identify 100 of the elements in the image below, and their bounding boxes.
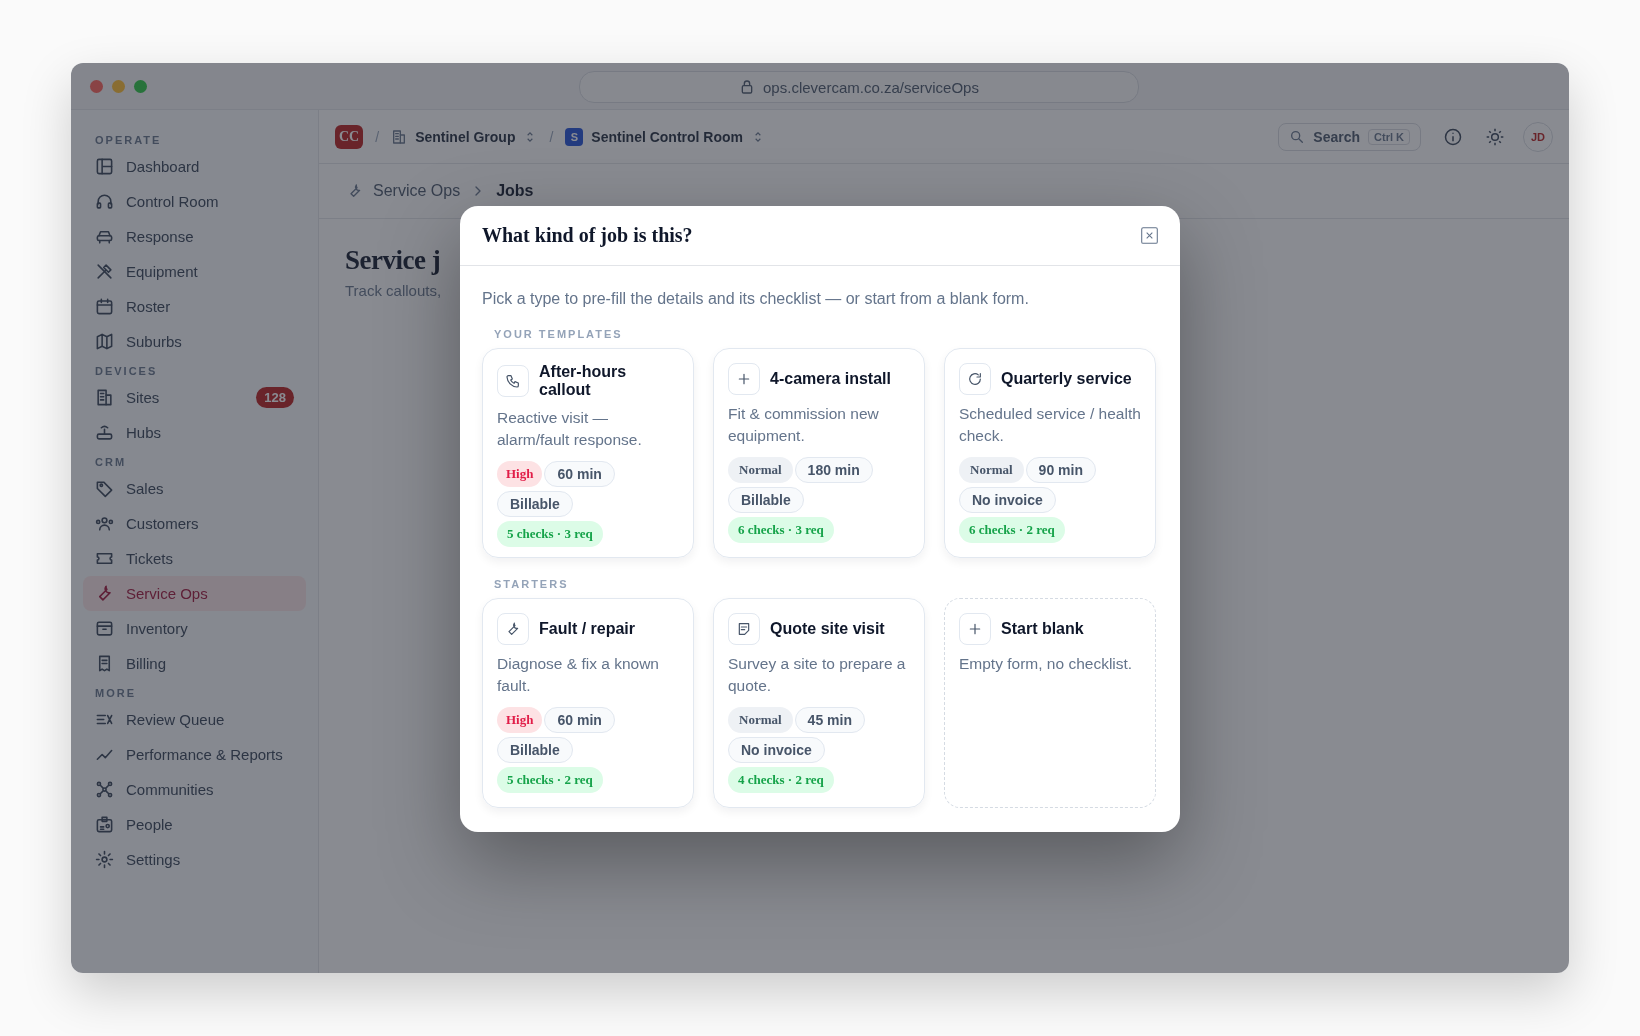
tag: 5 checks · 2 req [497, 767, 603, 793]
network-icon [95, 780, 114, 799]
card-title: Start blank [1001, 620, 1084, 638]
tag: Billable [497, 737, 573, 763]
page-subtitle: Track callouts, [345, 282, 442, 299]
section-label: OPERATE [94, 133, 163, 148]
router-icon [95, 423, 114, 442]
card-description: Scheduled service / health check. [959, 404, 1141, 446]
breadcrumb-link[interactable]: Service Ops [373, 182, 461, 200]
sun-icon[interactable] [1485, 126, 1505, 147]
dialog-title: What kind of job is this? [482, 224, 693, 247]
tag: 90 min [1025, 457, 1096, 483]
building-icon [95, 388, 114, 407]
sidebar-item[interactable]: Service Ops [83, 576, 306, 611]
card-title: Quarterly service [1001, 370, 1132, 388]
sidebar-item[interactable]: Sales [83, 471, 306, 506]
layout-icon [95, 157, 114, 176]
site-avatar: S [565, 127, 584, 146]
page-title: Service j [345, 245, 441, 276]
logo[interactable]: CC [335, 124, 364, 149]
card-description: Fit & commission new equipment. [728, 404, 880, 446]
info-icon[interactable] [1443, 126, 1463, 147]
section-label: MORE [94, 686, 137, 701]
tag: 5 checks · 3 req [497, 521, 603, 547]
calendar-icon [95, 297, 114, 316]
users-icon [95, 514, 114, 533]
tag: 45 min [794, 707, 865, 733]
id-badge-icon [95, 815, 114, 834]
job-type-card[interactable]: Quote site visit Survey a site to prepare a quote. Normal 45 min No invoice 4 checks · 2 req [713, 598, 925, 808]
settings-icon [95, 850, 114, 869]
map-icon [95, 332, 114, 351]
tag-icon [95, 479, 114, 498]
card-title: After-hours callout [539, 363, 628, 399]
sidebar-item[interactable]: Dashboard [83, 149, 306, 184]
dialog-description: Pick a type to pre-fill the details and its checklist — or start from a blank form. [482, 290, 1030, 308]
tag: No invoice [959, 487, 1056, 513]
section-label: CRM [94, 455, 128, 470]
tag: Billable [728, 487, 804, 513]
plus-icon [728, 363, 760, 395]
tag: High [497, 461, 543, 487]
tag: 6 checks · 3 req [728, 517, 834, 543]
count-badge: 128 [256, 387, 294, 408]
tag: No invoice [728, 737, 825, 763]
note-icon [728, 613, 760, 645]
job-type-card[interactable]: Fault / repair Diagnose & fix a known fault. High 60 min Billable 5 checks · 2 req [482, 598, 694, 808]
sidebar-item[interactable]: Inventory [83, 611, 306, 646]
separator: / [375, 128, 380, 145]
sidebar-item[interactable]: Roster [83, 289, 306, 324]
search-icon [1289, 128, 1306, 145]
card-title: Quote site visit [770, 620, 885, 638]
sidebar-item[interactable]: People [83, 807, 306, 842]
sidebar-item[interactable]: Response [83, 219, 306, 254]
archive-icon [95, 619, 114, 638]
tag: Billable [497, 491, 573, 517]
job-type-card[interactable]: Start blank Empty form, no checklist. [944, 598, 1156, 808]
sidebar-item[interactable]: Control Room [83, 184, 306, 219]
refresh-icon [959, 363, 991, 395]
tag: High [497, 707, 543, 733]
headset-icon [95, 192, 114, 211]
sidebar-item[interactable]: Tickets [83, 541, 306, 576]
card-description: Empty form, no checklist. [959, 654, 1134, 674]
site-switcher[interactable]: S Sentinel Control Room [565, 127, 766, 146]
tag: 6 checks · 2 req [959, 517, 1065, 543]
sidebar-item[interactable]: Hubs [83, 415, 306, 450]
section-label: DEVICES [94, 364, 159, 379]
search-button[interactable]: Search Ctrl K [1278, 122, 1421, 151]
phone-icon [497, 365, 529, 397]
tag: Normal [728, 457, 793, 483]
shortcut-hint: Ctrl K [1368, 128, 1410, 145]
org-switcher[interactable]: Sentinel Group [391, 128, 538, 145]
card-description: Survey a site to prepare a quote. [728, 654, 907, 696]
sidebar-item[interactable]: Customers [83, 506, 306, 541]
sidebar-item[interactable]: Review Queue [83, 702, 306, 737]
card-description: Diagnose & fix a known fault. [497, 654, 660, 696]
close-icon[interactable] [1141, 227, 1158, 244]
job-type-card[interactable]: Quarterly service Scheduled service / health check. Normal 90 min No invoice 6 checks · 2 req [944, 348, 1156, 558]
separator: / [549, 128, 554, 145]
card-title: 4-camera install [770, 370, 891, 388]
sidebar-item[interactable]: Communities [83, 772, 306, 807]
tag: 60 min [544, 707, 615, 733]
tag: Normal [728, 707, 793, 733]
job-type-card[interactable]: 4-camera install Fit & commission new equipment. Normal 180 min Billable 6 checks · 3 req [713, 348, 925, 558]
tools-icon [95, 262, 114, 281]
group-label: YOUR TEMPLATES [494, 328, 624, 340]
job-type-card[interactable]: After-hours callout Reactive visit — alarm/fault response. High 60 min Billable 5 checks · 3 req [482, 348, 694, 558]
card-description: Reactive visit — alarm/fault response. [497, 408, 643, 450]
sidebar-item[interactable]: Equipment [83, 254, 306, 289]
tag: 4 checks · 2 req [728, 767, 834, 793]
tag: Normal [959, 457, 1024, 483]
address-bar[interactable]: ops.clevercam.co.za/serviceOps [579, 71, 1139, 103]
sidebar-item[interactable]: Performance & Reports [83, 737, 306, 772]
sidebar-item[interactable]: Settings [83, 842, 306, 877]
group-label: STARTERS [494, 578, 570, 590]
tag: 60 min [544, 461, 615, 487]
card-title: Fault / repair [539, 620, 636, 638]
sidebar-item[interactable]: Billing [83, 646, 306, 681]
building-icon [391, 128, 408, 145]
sidebar-item[interactable]: Suburbs [83, 324, 306, 359]
sidebar-item[interactable]: Sites 128 [83, 380, 306, 415]
close-window-button[interactable] [90, 79, 103, 93]
